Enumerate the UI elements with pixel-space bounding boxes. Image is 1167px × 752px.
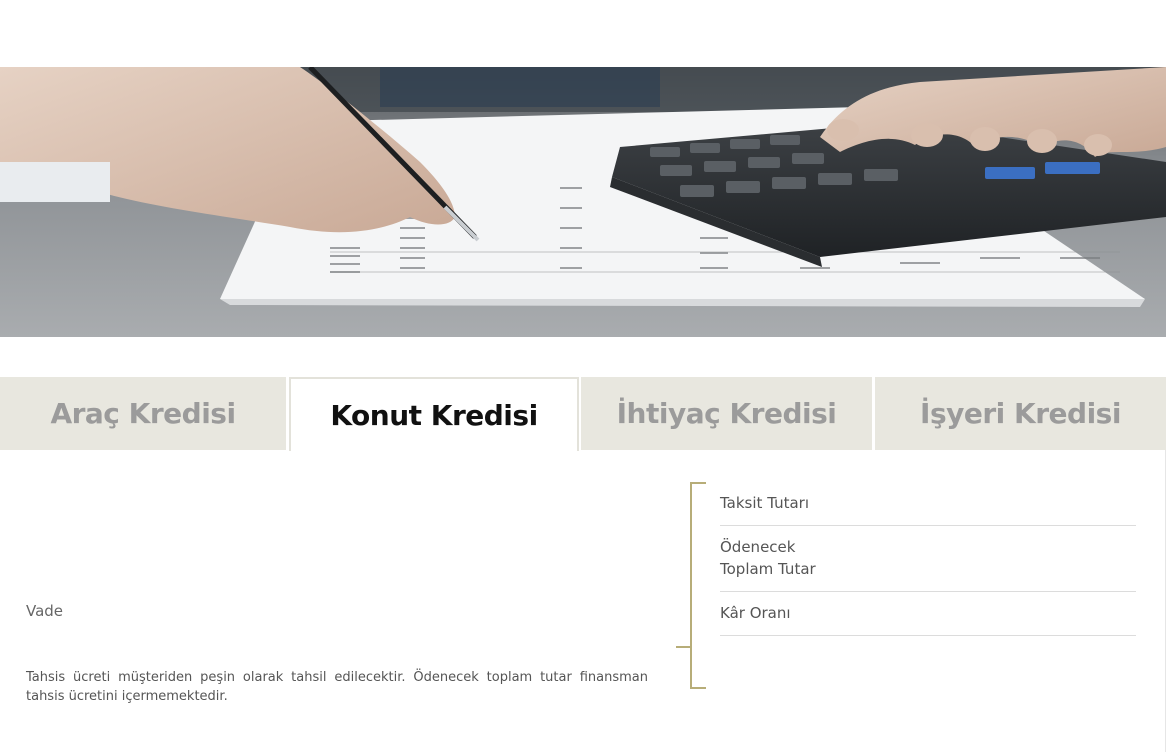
hero-image bbox=[0, 67, 1166, 337]
results-bracket bbox=[690, 482, 706, 689]
result-label: Taksit Tutarı bbox=[720, 494, 809, 512]
result-label-line2: Toplam Tutar bbox=[720, 560, 816, 578]
result-kar-orani: Kâr Oranı bbox=[720, 592, 1136, 636]
vade-label: Vade bbox=[26, 602, 64, 620]
loan-type-tabs: Araç Kredisi Konut Kredisi İhtiyaç Kredi… bbox=[0, 377, 1166, 451]
tab-label: Konut Kredisi bbox=[330, 398, 538, 432]
result-label: Kâr Oranı bbox=[720, 604, 791, 622]
tab-arac-kredisi[interactable]: Araç Kredisi bbox=[0, 377, 286, 450]
tab-konut-kredisi[interactable]: Konut Kredisi bbox=[289, 377, 579, 451]
tab-label: Araç Kredisi bbox=[50, 397, 236, 430]
bracket-tick bbox=[676, 646, 691, 648]
tab-isyeri-kredisi[interactable]: İşyeri Kredisi bbox=[875, 377, 1166, 450]
tab-label: İhtiyaç Kredisi bbox=[616, 397, 837, 430]
result-odenecek-toplam-tutar: Ödenecek Toplam Tutar bbox=[720, 526, 1136, 592]
result-taksit-tutari: Taksit Tutarı bbox=[720, 482, 1136, 526]
calculator-paperwork-image bbox=[0, 67, 1166, 337]
tab-label: İşyeri Kredisi bbox=[920, 397, 1121, 430]
results-list: Taksit Tutarı Ödenecek Toplam Tutar Kâr … bbox=[720, 482, 1136, 636]
result-label-line1: Ödenecek bbox=[720, 538, 796, 556]
tab-ihtiyac-kredisi[interactable]: İhtiyaç Kredisi bbox=[581, 377, 872, 450]
fee-note: Tahsis ücreti müşteriden peşin olarak ta… bbox=[26, 670, 648, 704]
